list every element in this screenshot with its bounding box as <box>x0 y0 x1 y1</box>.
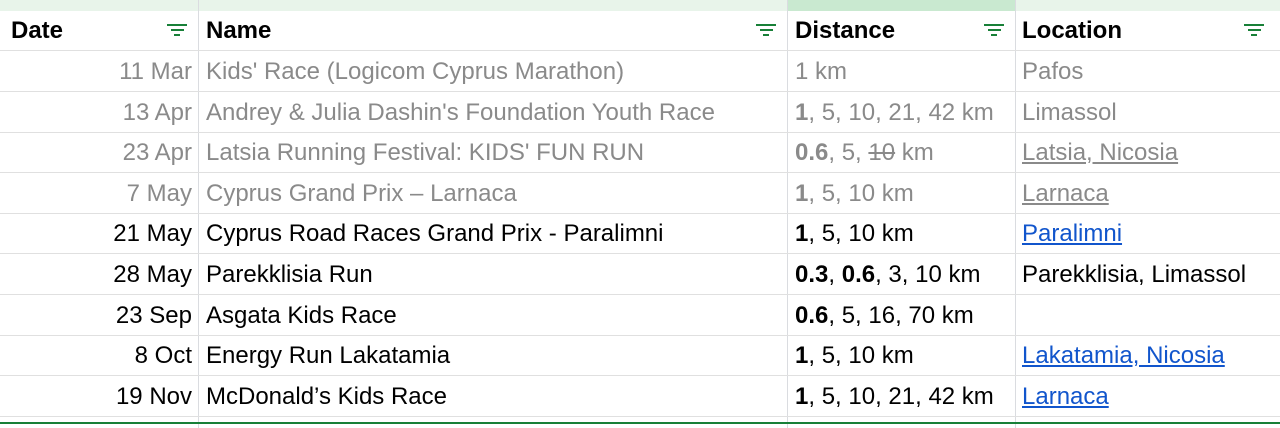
distance-segment: 10 <box>868 139 896 167</box>
distance-segment: , 5, 10 km <box>808 220 914 248</box>
spreadsheet: Date Name Distance Location 11 Mar Kids' … <box>0 0 1280 428</box>
cell-distance[interactable]: 1, 5, 10 km <box>795 214 1013 254</box>
selection-border <box>0 422 1280 424</box>
cell-distance[interactable]: 1, 5, 10 km <box>795 336 1013 376</box>
cell-distance[interactable]: 0.6, 5, 16, 70 km <box>795 296 1013 336</box>
cell-date[interactable]: 23 Sep <box>0 296 192 336</box>
cell-name[interactable]: Kids' Race (Logicom Cyprus Marathon) <box>206 52 786 92</box>
cell-distance[interactable]: 1, 5, 10 km <box>795 174 1013 214</box>
distance-segment: 0.3 <box>795 261 829 288</box>
cell-date[interactable]: 7 May <box>0 174 192 214</box>
distance-segment: , 5, <box>828 139 869 167</box>
location-link[interactable]: Larnaca <box>1022 383 1109 410</box>
table-row[interactable]: 28 May Parekklisia Run 0.3, 0.6, 3, 10 km P… <box>0 255 1280 295</box>
distance-segment: 0.6 <box>841 261 876 288</box>
filter-icon[interactable] <box>984 24 1004 38</box>
table-row[interactable]: 7 May Cyprus Grand Prix – Larnaca 1, 5, 10… <box>0 174 1280 214</box>
cell-distance[interactable]: 1, 5, 10, 21, 42 km <box>795 377 1013 417</box>
distance-segment: 1 <box>795 220 809 248</box>
cell-date[interactable]: 8 Oct <box>0 336 192 376</box>
cell-date[interactable]: 11 Mar <box>0 52 192 92</box>
location-text: Limassol <box>1022 98 1117 126</box>
cell-location[interactable]: Pafos <box>1022 52 1280 92</box>
distance-segment: 1 <box>795 382 809 410</box>
distance-segment: , 5, 10 km <box>808 342 914 370</box>
filter-icon[interactable] <box>756 24 776 38</box>
cell-date[interactable]: 28 May <box>0 255 192 295</box>
cell-distance[interactable]: 1 km <box>795 52 1013 92</box>
distance-segment: , 5, 10, 21, 42 km <box>808 382 994 410</box>
cell-location[interactable]: Limassol <box>1022 93 1280 133</box>
cell-location[interactable]: Lakatamia, Nicosia <box>1022 336 1280 376</box>
cell-distance[interactable]: 0.3, 0.6, 3, 10 km <box>795 255 1013 295</box>
distance-segment: km <box>895 139 934 167</box>
distance-segment: , 5, 10 km <box>808 179 914 207</box>
cell-location[interactable] <box>1022 296 1280 336</box>
table-row[interactable]: 13 Apr Andrey & Julia Dashin's Foundation… <box>0 93 1280 133</box>
table-row[interactable]: 11 Mar Kids' Race (Logicom Cyprus Maratho… <box>0 52 1280 92</box>
column-header-strip[interactable] <box>0 0 1280 11</box>
cell-name[interactable]: Parekklisia Run <box>206 255 786 295</box>
location-link[interactable]: Larnaca <box>1022 180 1109 207</box>
cell-date[interactable]: 21 May <box>0 214 192 254</box>
cell-name[interactable]: Andrey & Julia Dashin's Foundation Youth… <box>206 93 786 133</box>
cell-name[interactable]: McDonald’s Kids Race <box>206 377 786 417</box>
cell-location[interactable]: Parekklisia, Limassol <box>1022 255 1280 295</box>
cell-date[interactable]: 23 Apr <box>0 133 192 173</box>
filter-icon[interactable] <box>167 24 187 38</box>
table-row[interactable]: 19 Nov McDonald’s Kids Race 1, 5, 10, 21, … <box>0 377 1280 417</box>
cell-name[interactable]: Asgata Kids Race <box>206 296 786 336</box>
distance-segment: 1 <box>795 98 809 126</box>
table-row[interactable]: 8 Oct Energy Run Lakatamia 1, 5, 10 km Laka… <box>0 336 1280 377</box>
location-link[interactable]: Paralimni <box>1022 220 1122 247</box>
distance-segment: 0.6 <box>795 301 829 329</box>
header-distance[interactable]: Distance <box>795 11 1013 51</box>
distance-segment: 1 <box>795 342 809 370</box>
header-row: Date Name Distance Location <box>0 11 1280 51</box>
header-date[interactable]: Date <box>11 11 161 51</box>
cell-name[interactable]: Energy Run Lakatamia <box>206 336 786 376</box>
distance-segment: , 5, 10, 21, 42 km <box>808 98 994 126</box>
cell-name[interactable]: Latsia Running Festival: KIDS' FUN RUN <box>206 133 786 173</box>
cell-date[interactable]: 13 Apr <box>0 93 192 133</box>
location-link[interactable]: Lakatamia, Nicosia <box>1022 342 1225 369</box>
cell-distance[interactable]: 1, 5, 10, 21, 42 km <box>795 93 1013 133</box>
table-row[interactable]: 21 May Cyprus Road Races Grand Prix - Par… <box>0 214 1280 255</box>
distance-segment: , <box>828 261 842 288</box>
cell-date[interactable]: 19 Nov <box>0 377 192 417</box>
distance-segment: 1 <box>795 179 809 207</box>
cell-location[interactable]: Latsia, Nicosia <box>1022 133 1280 173</box>
table-row[interactable]: 23 Apr Latsia Running Festival: KIDS' FUN… <box>0 133 1280 174</box>
distance-segment: , 3, 10 km <box>875 261 981 288</box>
location-link[interactable]: Latsia, Nicosia <box>1022 139 1178 166</box>
distance-segment: 0.6 <box>795 139 829 167</box>
distance-segment: , 5, 16, 70 km <box>828 301 974 329</box>
cell-name[interactable]: Cyprus Road Races Grand Prix - Paralimni <box>206 214 786 254</box>
cell-location[interactable]: Larnaca <box>1022 174 1280 214</box>
cell-location[interactable]: Paralimni <box>1022 214 1280 254</box>
location-text: Pafos <box>1022 58 1084 85</box>
cell-distance[interactable]: 0.6, 5, 10 km <box>795 133 1013 173</box>
selected-column-highlight <box>788 0 1015 11</box>
location-text: Parekklisia, Limassol <box>1022 261 1247 288</box>
cell-name[interactable]: Cyprus Grand Prix – Larnaca <box>206 174 786 214</box>
header-name[interactable]: Name <box>206 11 786 51</box>
distance-segment: 1 km <box>795 58 848 85</box>
header-location[interactable]: Location <box>1022 11 1280 51</box>
filter-icon[interactable] <box>1244 24 1264 38</box>
table-row[interactable]: 23 Sep Asgata Kids Race 0.6, 5, 16, 70 km <box>0 296 1280 336</box>
cell-location[interactable]: Larnaca <box>1022 377 1280 417</box>
